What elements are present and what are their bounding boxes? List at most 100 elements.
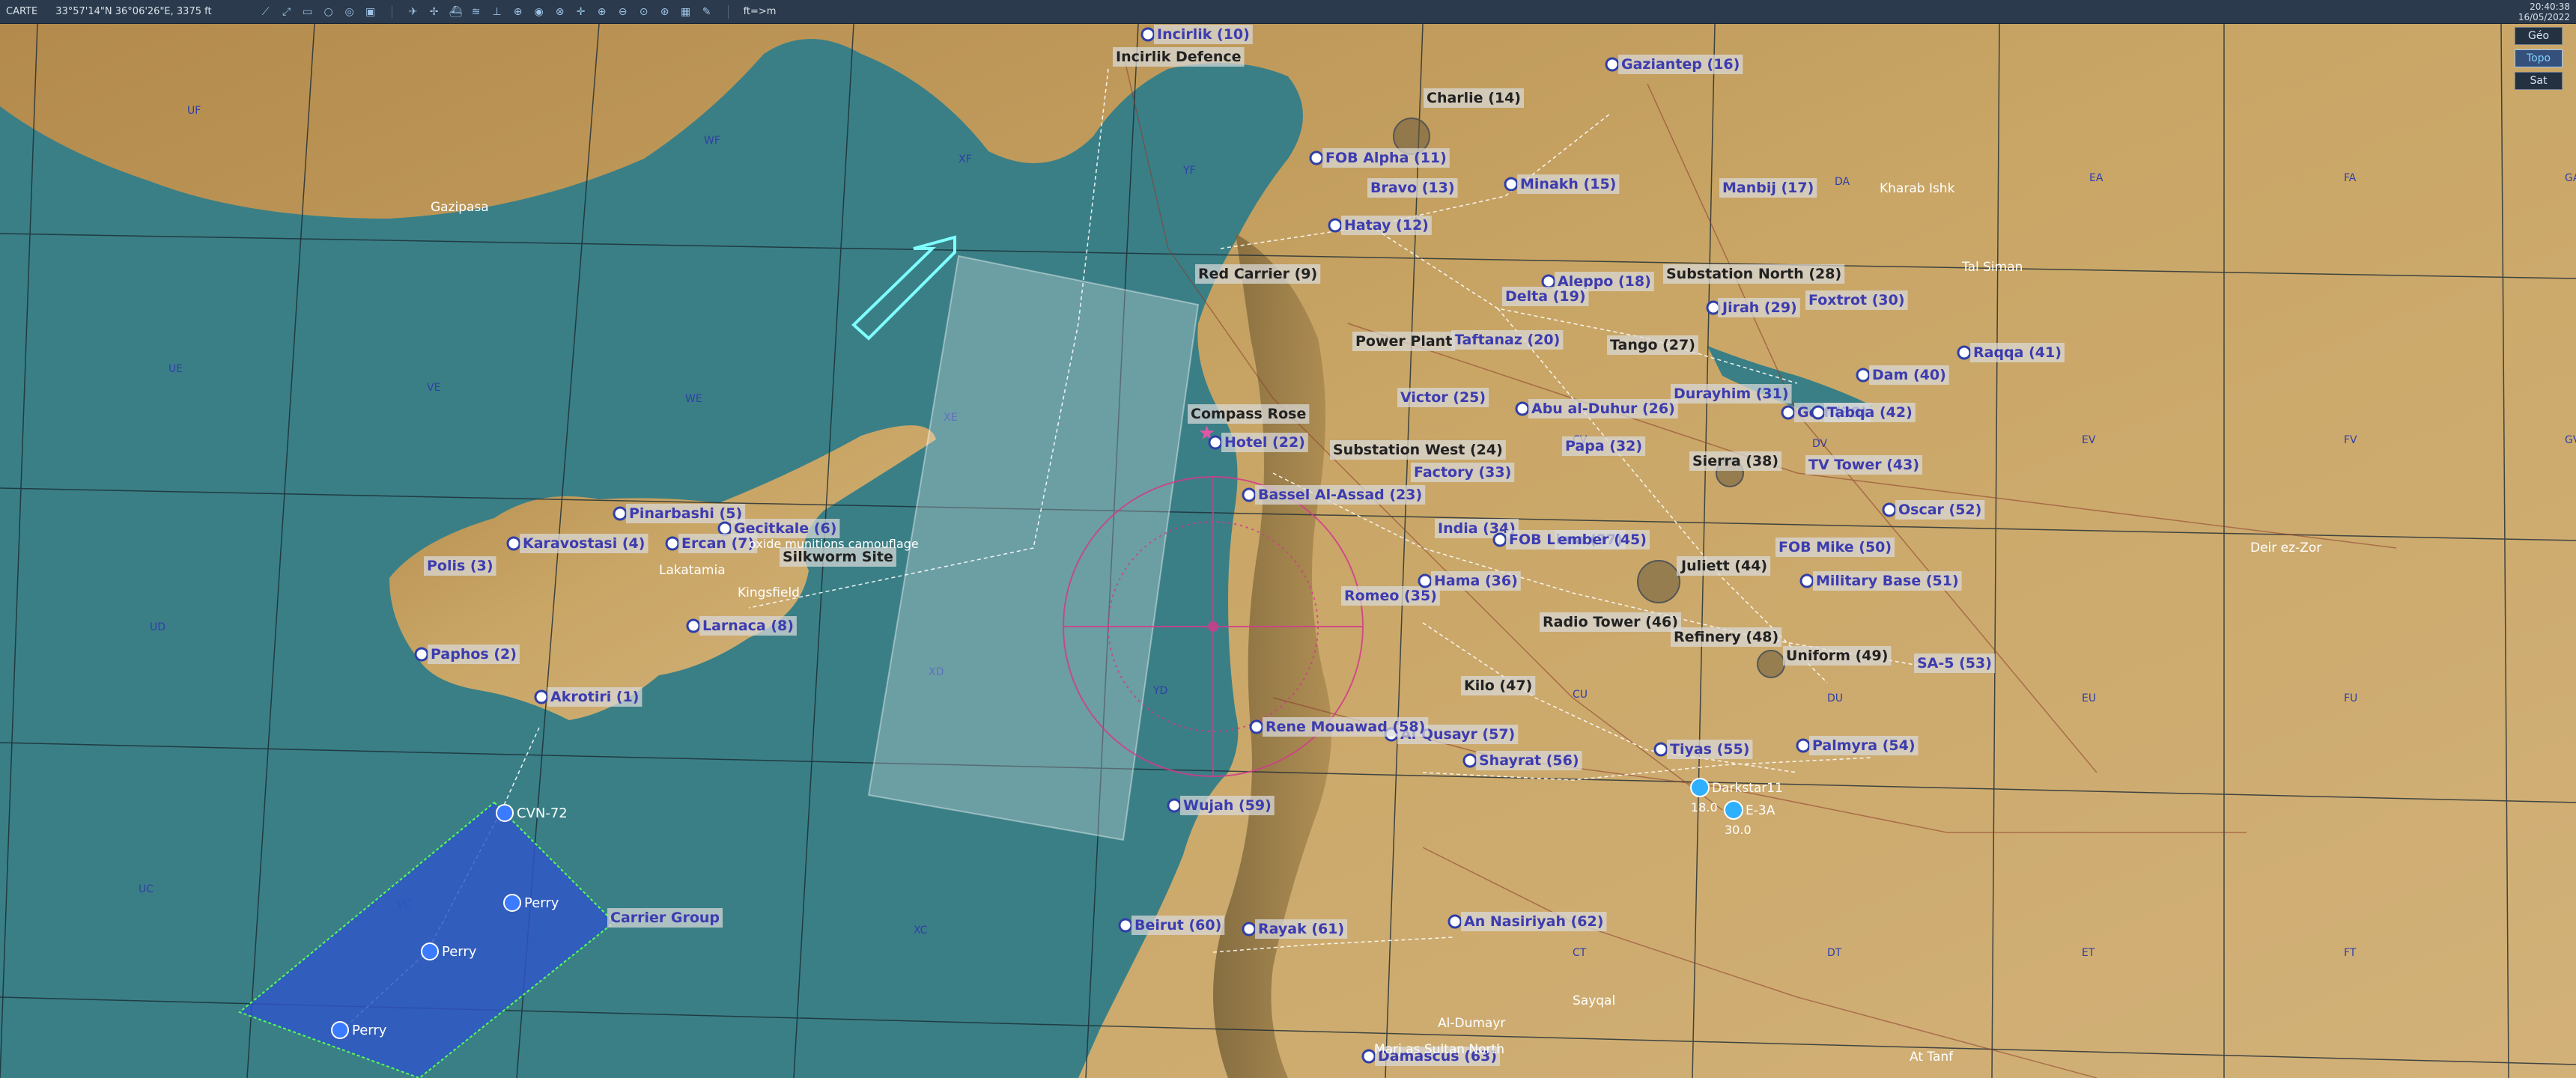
airbase-marker[interactable]: Hama (36) — [1418, 571, 1521, 591]
airbase-icon[interactable] — [1811, 405, 1826, 420]
airbase-marker[interactable]: Karavostasi (4) — [506, 534, 648, 553]
airbase-marker[interactable]: FOB Mike (50) — [1775, 538, 1895, 557]
airbase-icon[interactable] — [1492, 532, 1507, 547]
unit-toggle-icon[interactable]: ▭ — [302, 6, 314, 18]
airbase-marker[interactable]: Dam (40) — [1856, 365, 1949, 385]
plane-icon[interactable]: ✈ — [407, 6, 419, 18]
airbase-marker[interactable]: Raqqa (41) — [1957, 343, 2065, 362]
ship-marker[interactable]: Perry — [421, 943, 477, 960]
airbase-marker[interactable]: Radio Tower (46) — [1540, 612, 1681, 632]
radar-icon[interactable]: ◉ — [533, 6, 545, 18]
airbase-icon[interactable] — [1242, 922, 1257, 937]
airbase-icon[interactable] — [1706, 300, 1721, 315]
zoom-fit-icon[interactable]: ⊙ — [638, 6, 650, 18]
layer-geo-button[interactable]: Géo — [2515, 27, 2563, 45]
airbase-icon[interactable] — [1328, 218, 1343, 233]
airbase-marker[interactable]: Carrier Group — [607, 908, 723, 928]
ship-icon[interactable] — [503, 894, 521, 912]
airbase-marker[interactable]: Foxtrot (30) — [1805, 290, 1908, 310]
layer-topo-button[interactable]: Topo — [2515, 49, 2563, 67]
airbase-marker[interactable]: SA-5 (53) — [1914, 654, 1995, 673]
airbase-marker[interactable]: Factory (33) — [1411, 463, 1515, 482]
airbase-icon[interactable] — [686, 618, 701, 633]
airbase-marker[interactable]: Akrotiri (1) — [534, 687, 643, 707]
airbase-marker[interactable]: Uniform (49) — [1783, 646, 1892, 666]
route-icon[interactable]: ⤢ — [281, 6, 293, 18]
airbase-marker[interactable]: Bravo (13) — [1367, 178, 1458, 198]
airbase-marker[interactable]: Juliett (44) — [1677, 556, 1771, 576]
airbase-marker[interactable]: Jirah (29) — [1706, 298, 1800, 317]
airbase-marker[interactable]: Incirlik (10) — [1140, 25, 1253, 44]
airbase-icon[interactable] — [1957, 345, 1972, 360]
layer-sat-button[interactable]: Sat — [2515, 72, 2563, 90]
ship-icon[interactable] — [331, 1021, 349, 1039]
airbase-icon[interactable] — [1799, 573, 1814, 588]
airbase-marker[interactable]: Tiyas (55) — [1653, 740, 1753, 759]
layers-icon[interactable]: ▣ — [365, 6, 377, 18]
airbase-icon[interactable] — [1140, 27, 1155, 42]
airbase-marker[interactable]: Refinery (48) — [1671, 627, 1782, 647]
ship-icon[interactable] — [496, 804, 514, 822]
airbase-marker[interactable]: Durayhim (31) — [1671, 384, 1792, 404]
ship-marker[interactable]: Perry — [331, 1021, 387, 1039]
ship-icon[interactable] — [421, 943, 439, 960]
airbase-marker[interactable]: Larnaca (8) — [686, 616, 797, 636]
airbase-marker[interactable]: Gaziantep (16) — [1605, 55, 1743, 74]
measure-icon[interactable]: ⟋ — [260, 6, 272, 18]
airbase-icon[interactable] — [1242, 487, 1257, 502]
airbase-marker[interactable]: ember (45) — [1555, 530, 1650, 549]
airbase-marker[interactable]: Delta (19) — [1502, 287, 1589, 306]
airbase-icon[interactable] — [717, 521, 732, 536]
airbase-marker[interactable]: Abu al-Duhur (26) — [1515, 399, 1678, 418]
tactical-map[interactable]: UF WF XF YF CA DA EA FA GA UE VE WE XE C… — [0, 24, 2576, 1078]
helicopter-icon[interactable]: ✢ — [428, 6, 440, 18]
globe-icon[interactable]: ⊛ — [659, 6, 671, 18]
ship-marker[interactable]: Perry — [503, 894, 559, 912]
airbase-marker[interactable]: Victor (25) — [1397, 388, 1489, 407]
airbase-icon[interactable] — [1448, 914, 1462, 929]
airbase-marker[interactable]: Incirlik Defence — [1113, 47, 1245, 67]
airbase-icon[interactable] — [1249, 719, 1264, 734]
airbase-marker[interactable]: Pinarbashi (5) — [613, 504, 746, 523]
grid-icon[interactable]: ▦ — [680, 6, 692, 18]
airbase-icon[interactable] — [1504, 177, 1519, 192]
circle-icon[interactable]: ○ — [323, 6, 335, 18]
airbase-icon[interactable] — [1167, 798, 1182, 813]
airbase-marker[interactable]: Bassel Al-Assad (23) — [1242, 485, 1426, 505]
airbase-icon[interactable]: ⊗ — [554, 6, 566, 18]
ship-icon[interactable]: ⛴ — [449, 6, 463, 18]
airbase-marker[interactable]: Oscar (52) — [1882, 500, 1985, 520]
airbase-icon[interactable] — [1208, 435, 1223, 450]
airbase-marker[interactable]: Hatay (12) — [1328, 216, 1432, 235]
ship-marker[interactable]: CVN-72 — [496, 804, 568, 822]
airbase-marker[interactable]: Substation West (24) — [1330, 440, 1506, 460]
airbase-marker[interactable]: Compass Rose — [1188, 404, 1310, 424]
airbase-icon[interactable] — [1796, 738, 1811, 753]
airbase-marker[interactable]: Tabqa (42) — [1811, 403, 1916, 422]
airbase-marker[interactable]: TV Tower (43) — [1805, 455, 1923, 475]
aircraft-icon[interactable] — [1724, 800, 1743, 820]
pencil-icon[interactable]: ✎ — [701, 6, 713, 18]
airbase-marker[interactable]: Power Plant — [1352, 332, 1456, 351]
airbase-marker[interactable]: Substation North (28) — [1663, 264, 1845, 284]
target-icon[interactable]: ◎ — [344, 6, 356, 18]
airbase-marker[interactable]: Romeo (35) — [1341, 586, 1440, 606]
airbase-marker[interactable]: Wujah (59) — [1167, 796, 1275, 815]
airbase-marker[interactable]: Beirut (60) — [1118, 916, 1225, 935]
zoom-out-icon[interactable]: ⊖ — [617, 6, 629, 18]
airbase-icon[interactable] — [1118, 918, 1133, 933]
airbase-marker[interactable]: Charlie (14) — [1424, 88, 1524, 108]
airbase-icon[interactable] — [1462, 753, 1477, 768]
airbase-marker[interactable]: Polis (3) — [424, 556, 496, 576]
airbase-icon[interactable] — [665, 536, 680, 551]
airbase-marker[interactable]: Shayrat (56) — [1462, 751, 1582, 770]
airbase-marker[interactable]: Palmyra (54) — [1796, 736, 1919, 755]
wifi-icon[interactable]: ≋ — [470, 6, 482, 18]
airbase-icon[interactable] — [1856, 368, 1871, 383]
airbase-icon[interactable] — [1515, 401, 1530, 416]
airbase-icon[interactable] — [506, 536, 521, 551]
airbase-icon[interactable] — [1309, 150, 1324, 165]
airbase-icon[interactable] — [1605, 57, 1620, 72]
aircraft-icon[interactable] — [1690, 778, 1710, 797]
airbase-icon[interactable] — [1418, 573, 1433, 588]
